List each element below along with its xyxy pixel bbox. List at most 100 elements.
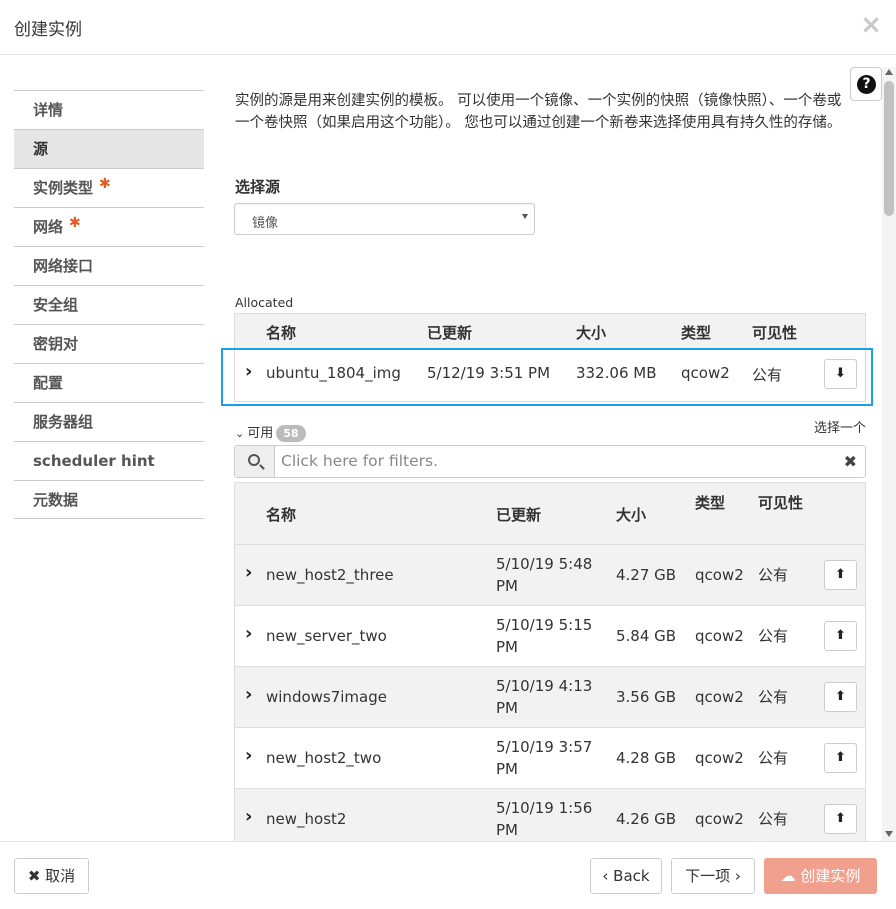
- sidebar-item-key-pair[interactable]: 密钥对: [14, 324, 204, 363]
- next-label: 下一项: [685, 867, 731, 885]
- allocate-button[interactable]: ⬆: [824, 804, 857, 834]
- arrow-up-icon: ⬆: [835, 750, 846, 765]
- arrow-up-icon: ⬆: [835, 567, 846, 582]
- arrow-up-icon: ⬆: [835, 689, 846, 704]
- filter-input[interactable]: Click here for filters.: [281, 452, 438, 470]
- image-size: 4.26 GB: [616, 810, 677, 828]
- source-description: 实例的源是用来创建实例的模板。 可以使用一个镜像、一个实例的快照（镜像快照）、一…: [235, 93, 842, 131]
- table-header: 名称 已更新 大小 类型 可见性: [235, 314, 865, 348]
- required-asterisk-icon: ✱: [99, 176, 111, 192]
- sidebar-item-source[interactable]: 源: [14, 129, 204, 168]
- image-size: 4.28 GB: [616, 749, 677, 767]
- image-updated-time: PM: [496, 577, 518, 595]
- required-asterisk-icon: ✱: [69, 215, 81, 231]
- clear-filter-icon[interactable]: ✖: [844, 452, 857, 471]
- cancel-button[interactable]: ✖ 取消: [14, 858, 89, 894]
- allocated-label: Allocated: [235, 295, 294, 310]
- sidebar-item-security-groups[interactable]: 安全组: [14, 285, 204, 324]
- dialog-body: 详情 源 实例类型 ✱ 网络 ✱ 网络接口 安全组 密钥对 配置 服务器组 sche…: [0, 55, 896, 841]
- allocate-button[interactable]: ⬆: [824, 560, 857, 590]
- chevron-right-icon[interactable]: ›: [245, 623, 252, 644]
- sidebar-item-label: 服务器组: [33, 413, 94, 431]
- sidebar-item-label: 网络接口: [33, 257, 94, 275]
- next-button[interactable]: 下一项 ›: [671, 858, 755, 894]
- allocate-button[interactable]: ⬆: [824, 621, 857, 651]
- select-one-hint: 选择一个: [813, 421, 866, 436]
- chevron-right-icon: ›: [734, 867, 741, 885]
- scrollbar[interactable]: [882, 67, 896, 841]
- scrollbar-thumb[interactable]: [884, 81, 894, 216]
- column-header-visibility[interactable]: 可见性: [752, 322, 797, 343]
- sidebar-item-network-ports[interactable]: 网络接口: [14, 246, 204, 285]
- image-updated-date: 5/10/19 5:15: [496, 616, 593, 634]
- selection-highlight: [221, 348, 873, 406]
- image-visibility: 公有: [758, 627, 789, 645]
- table-row[interactable]: › new_host2 5/10/19 1:56 PM 4.26 GB qcow…: [235, 789, 865, 841]
- sidebar-item-scheduler-hint[interactable]: scheduler hint: [14, 441, 204, 480]
- scroll-down-icon[interactable]: [885, 831, 893, 837]
- sidebar-item-label: 网络: [33, 218, 64, 236]
- column-header-type[interactable]: 类型: [681, 322, 711, 343]
- back-button[interactable]: ‹ Back: [590, 858, 662, 894]
- table-row[interactable]: › new_host2_three 5/10/19 5:48 PM 4.27 G…: [235, 545, 865, 606]
- column-header-name[interactable]: 名称: [266, 504, 296, 525]
- image-type: qcow2: [695, 688, 744, 706]
- cloud-upload-icon: ☁: [780, 867, 796, 885]
- column-header-type[interactable]: 类型: [695, 492, 725, 513]
- sidebar-item-label: 配置: [33, 374, 64, 392]
- available-toggle[interactable]: ⌄ 可用 58: [235, 422, 306, 442]
- column-header-name[interactable]: 名称: [266, 322, 296, 343]
- image-visibility: 公有: [758, 749, 789, 767]
- column-header-size[interactable]: 大小: [576, 322, 606, 343]
- table-header: 名称 已更新 大小 类型 可见性: [235, 483, 865, 545]
- arrow-up-icon: ⬆: [835, 628, 846, 643]
- image-name: windows7image: [266, 688, 387, 706]
- chevron-down-icon: ⌄: [235, 427, 245, 440]
- sidebar-item-flavor[interactable]: 实例类型 ✱: [14, 168, 204, 207]
- boot-source-select[interactable]: 镜像: [234, 203, 535, 235]
- column-header-updated[interactable]: 已更新: [496, 504, 541, 525]
- table-row[interactable]: › new_server_two 5/10/19 5:15 PM 5.84 GB…: [235, 606, 865, 667]
- chevron-right-icon[interactable]: ›: [245, 806, 252, 827]
- image-type: qcow2: [695, 749, 744, 767]
- filter-bar[interactable]: Click here for filters. ✖: [234, 445, 866, 478]
- table-row[interactable]: › new_host2_two 5/10/19 3:57 PM 4.28 GB …: [235, 728, 865, 789]
- column-header-visibility[interactable]: 可见性: [758, 492, 803, 513]
- image-name: new_host2_three: [266, 566, 394, 584]
- dialog-header: 创建实例 ×: [0, 0, 896, 55]
- image-name: new_host2_two: [266, 749, 382, 767]
- image-size: 4.27 GB: [616, 566, 677, 584]
- chevron-left-icon: ‹: [602, 867, 609, 885]
- sidebar-item-metadata[interactable]: 元数据: [14, 480, 204, 519]
- allocate-button[interactable]: ⬆: [824, 682, 857, 712]
- image-name: new_host2: [266, 810, 347, 828]
- column-header-updated[interactable]: 已更新: [427, 322, 472, 343]
- boot-source-value: 镜像: [252, 216, 279, 231]
- image-updated-date: 5/10/19 3:57: [496, 738, 593, 756]
- caret-down-icon: [522, 214, 528, 219]
- sidebar-item-configuration[interactable]: 配置: [14, 363, 204, 402]
- sidebar-item-network[interactable]: 网络 ✱: [14, 207, 204, 246]
- image-type: qcow2: [695, 627, 744, 645]
- image-type: qcow2: [695, 810, 744, 828]
- image-updated-time: PM: [496, 821, 518, 839]
- sidebar-item-label: 密钥对: [33, 335, 79, 353]
- allocate-button[interactable]: ⬆: [824, 743, 857, 773]
- image-updated-date: 5/10/19 4:13: [496, 677, 593, 695]
- image-name: new_server_two: [266, 627, 387, 645]
- chevron-right-icon[interactable]: ›: [245, 562, 252, 583]
- column-header-size[interactable]: 大小: [616, 504, 646, 525]
- image-visibility: 公有: [758, 688, 789, 706]
- sidebar-item-server-groups[interactable]: 服务器组: [14, 402, 204, 441]
- close-icon: ✖: [27, 867, 41, 885]
- sidebar-item-label: 实例类型: [33, 179, 94, 197]
- chevron-right-icon[interactable]: ›: [245, 745, 252, 766]
- image-updated-time: PM: [496, 638, 518, 656]
- chevron-right-icon[interactable]: ›: [245, 684, 252, 705]
- table-row[interactable]: › windows7image 5/10/19 4:13 PM 3.56 GB …: [235, 667, 865, 728]
- scroll-up-icon[interactable]: [885, 69, 893, 75]
- close-icon[interactable]: ×: [860, 10, 882, 40]
- create-instance-button[interactable]: ☁ 创建实例: [764, 858, 877, 894]
- sidebar-item-details[interactable]: 详情: [14, 90, 204, 129]
- dialog-footer: ✖ 取消 ‹ Back 下一项 › ☁ 创建实例: [0, 841, 896, 909]
